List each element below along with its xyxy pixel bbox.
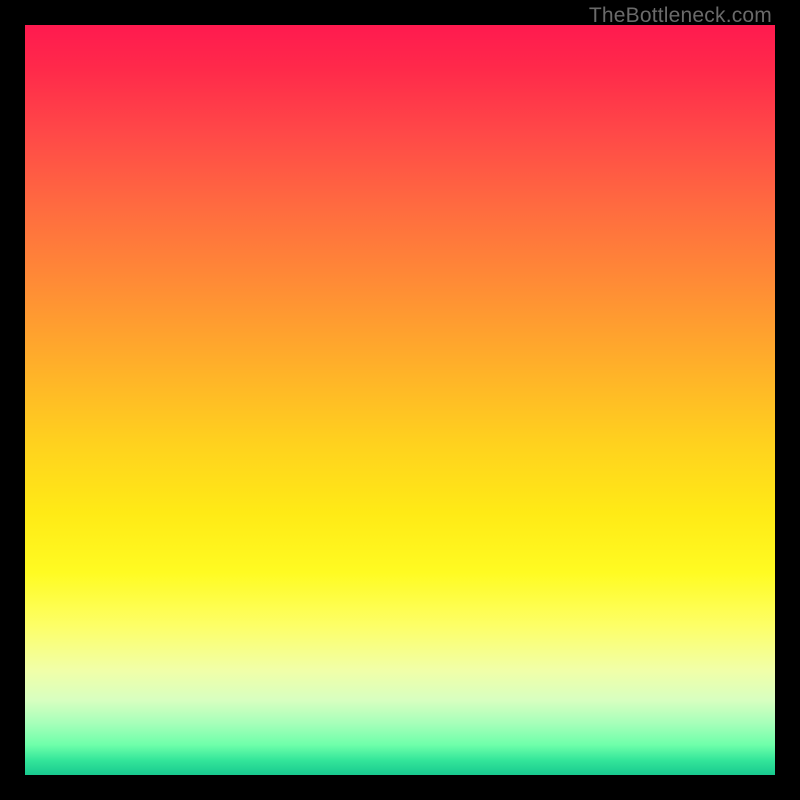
plot-area (25, 25, 775, 775)
gradient-background (25, 25, 775, 775)
chart-frame: TheBottleneck.com (0, 0, 800, 800)
